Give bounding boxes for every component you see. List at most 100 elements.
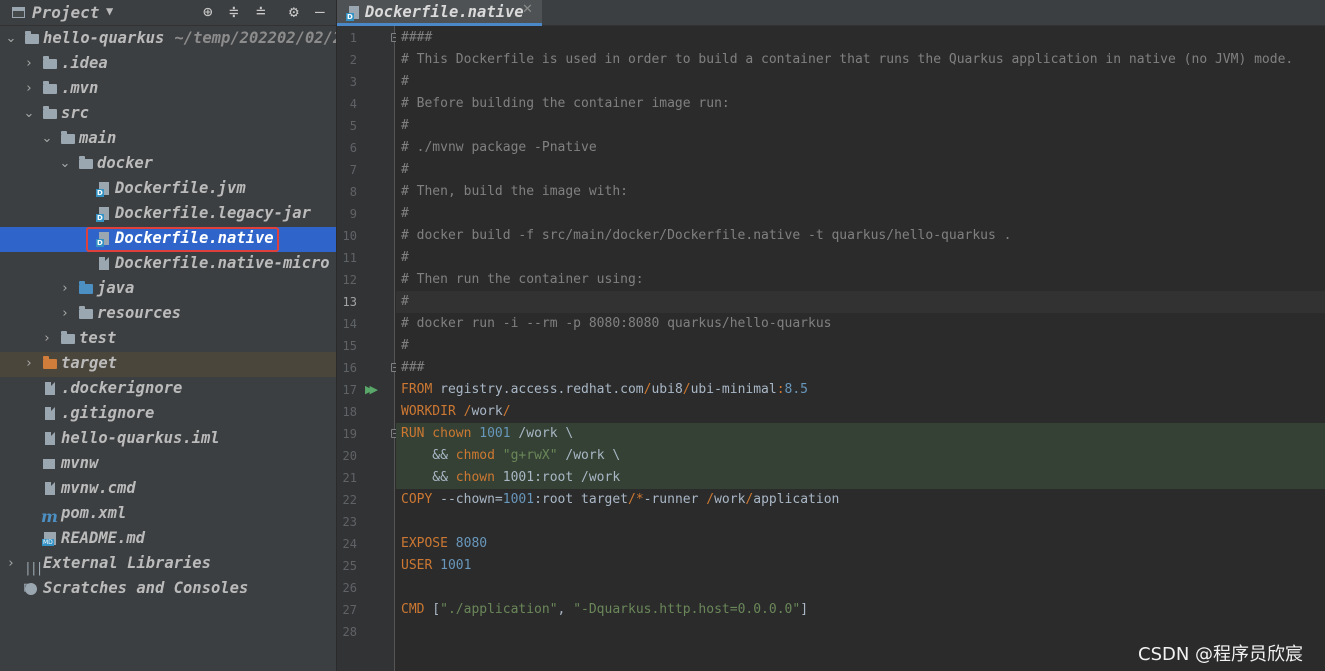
tree-item-idea[interactable]: › .idea	[0, 52, 336, 77]
code-line[interactable]: # ./mvnw package -Pnative	[396, 137, 1325, 159]
tree-item-hello-quarkus[interactable]: ⌄ hello-quarkus ~/temp/202202/02/20	[0, 27, 336, 52]
code-token: 1001	[479, 426, 511, 441]
tree-item-main[interactable]: ⌄ main	[0, 127, 336, 152]
tree-item-mvnw-cmd[interactable]: mvnw.cmd	[0, 477, 336, 502]
tree-item-dockerfile-legacy-jar[interactable]: Dockerfile.legacy-jar	[0, 202, 336, 227]
code-line[interactable]: ####	[396, 27, 1325, 49]
iml-file-icon	[43, 432, 57, 446]
collapse-all-icon[interactable]: ≐	[256, 2, 266, 22]
code-line[interactable]: # This Dockerfile is used in order to bu…	[396, 49, 1325, 71]
run-icon[interactable]: ▶▶	[365, 379, 378, 401]
chevron-right-icon[interactable]: ›	[23, 57, 35, 71]
chevron-right-icon[interactable]: ›	[59, 282, 71, 296]
tree-item-external-libraries[interactable]: › |||▥ External Libraries	[0, 552, 336, 595]
code-line[interactable]: # Then run the container using:	[396, 269, 1325, 291]
tree-item-test[interactable]: › test	[0, 327, 336, 352]
code-token: ubi8	[651, 382, 683, 397]
code-token: COPY	[401, 492, 433, 507]
code-line[interactable]: # Then, build the image with:	[396, 181, 1325, 203]
code-line[interactable]: CMD ["./application", "-Dquarkus.http.ho…	[396, 599, 1325, 621]
code-token: WORKDIR	[401, 404, 456, 419]
tree-item-label: docker	[97, 154, 153, 172]
code-line[interactable]: #	[396, 335, 1325, 357]
tree-item-resources[interactable]: › resources	[0, 302, 336, 327]
code-line[interactable]: RUN chown 1001 /work \	[396, 423, 1325, 445]
project-view-selector[interactable]: Project	[32, 3, 99, 22]
code-line[interactable]: # docker build -f src/main/docker/Docker…	[396, 225, 1325, 247]
tree-item-dockerfile-native-micro[interactable]: Dockerfile.native-micro	[0, 252, 336, 277]
tree-item-label: src	[61, 104, 89, 122]
gear-icon[interactable]: ⚙	[289, 2, 299, 22]
tree-item-dockerfile-jvm[interactable]: Dockerfile.jvm	[0, 177, 336, 202]
hide-icon[interactable]: —	[315, 2, 325, 22]
code-line[interactable]: && chmod "g+rwX" /work \	[396, 445, 1325, 467]
chevron-right-icon[interactable]: ›	[23, 357, 35, 371]
module-folder-icon	[25, 31, 39, 46]
chevron-down-icon[interactable]: ⌄	[41, 132, 53, 146]
line-number: 25	[342, 559, 357, 573]
code-line[interactable]: #	[396, 291, 1325, 313]
resources-folder-icon	[79, 306, 93, 321]
close-icon[interactable]: ✕	[522, 2, 533, 17]
code-line[interactable]	[396, 577, 1325, 599]
code-line[interactable]: COPY --chown=1001:root target/*-runner /…	[396, 489, 1325, 511]
code-line[interactable]: && chown 1001:root /work	[396, 467, 1325, 489]
tree-item-dockerignore[interactable]: .dockerignore	[0, 377, 336, 402]
tree-item-iml[interactable]: hello-quarkus.iml	[0, 427, 336, 452]
tree-item-gitignore[interactable]: .gitignore	[0, 402, 336, 427]
code-token: chown	[424, 426, 480, 441]
tree-item-label: target	[61, 354, 117, 372]
tree-item-pom[interactable]: m pom.xml	[0, 502, 336, 527]
select-opened-file-icon[interactable]: ⊕	[203, 2, 213, 22]
tab-label: Dockerfile.native	[365, 3, 524, 21]
tree-item-label: resources	[97, 304, 181, 322]
code-comment: #	[401, 250, 409, 265]
tree-item-readme[interactable]: README.md	[0, 527, 336, 552]
code-line[interactable]: #	[396, 71, 1325, 93]
tree-item-target[interactable]: › target	[0, 352, 336, 377]
code-line[interactable]: ###	[396, 357, 1325, 379]
line-number: 15	[342, 339, 357, 353]
code-line[interactable]: FROM registry.access.redhat.com/ubi8/ubi…	[396, 379, 1325, 401]
tree-item-src[interactable]: ⌄ src	[0, 102, 336, 127]
line-number: 6	[349, 141, 357, 155]
code-line[interactable]: #	[396, 203, 1325, 225]
project-icon	[12, 7, 25, 18]
expand-all-icon[interactable]: ≑	[229, 2, 239, 22]
folder-icon	[43, 106, 57, 121]
code-editor[interactable]: #### # This Dockerfile is used in order t…	[396, 26, 1325, 671]
code-line[interactable]: WORKDIR /work/	[396, 401, 1325, 423]
editor-tab-dockerfile-native[interactable]: Dockerfile.native ✕	[337, 0, 542, 26]
tree-item-label: .mvn	[61, 79, 99, 97]
chevron-right-icon[interactable]: ›	[5, 557, 17, 571]
code-line[interactable]: USER 1001	[396, 555, 1325, 577]
chevron-right-icon[interactable]: ›	[41, 332, 53, 346]
code-comment: # ./mvnw package -Pnative	[401, 140, 597, 155]
tree-item-mvn[interactable]: › .mvn	[0, 77, 336, 102]
chevron-down-icon[interactable]: ⌄	[23, 107, 35, 121]
chevron-down-icon[interactable]: ▼	[106, 4, 113, 18]
line-number: 14	[342, 317, 357, 331]
code-comment: #	[401, 338, 409, 353]
chevron-down-icon[interactable]: ⌄	[59, 157, 71, 171]
code-line[interactable]	[396, 511, 1325, 533]
tree-item-scratches[interactable]: Scratches and Consoles	[0, 577, 336, 602]
tree-item-mvnw[interactable]: mvnw	[0, 452, 336, 477]
code-line[interactable]: #	[396, 247, 1325, 269]
code-line[interactable]: # docker run -i --rm -p 8080:8080 quarku…	[396, 313, 1325, 335]
code-token: /	[455, 404, 472, 419]
chevron-right-icon[interactable]: ›	[23, 82, 35, 96]
tree-item-label: mvnw.cmd	[61, 479, 136, 497]
code-line[interactable]: #	[396, 115, 1325, 137]
tree-item-docker[interactable]: ⌄ docker	[0, 152, 336, 177]
tree-item-label: pom.xml	[61, 504, 127, 522]
tree-item-java[interactable]: › java	[0, 277, 336, 302]
chevron-right-icon[interactable]: ›	[59, 307, 71, 321]
folder-icon	[79, 156, 93, 171]
code-line[interactable]: #	[396, 159, 1325, 181]
code-line[interactable]: EXPOSE 8080	[396, 533, 1325, 555]
chevron-down-icon[interactable]: ⌄	[5, 32, 17, 46]
selection-highlight-box	[86, 227, 279, 252]
code-comment: #	[401, 74, 409, 89]
code-line[interactable]: # Before building the container image ru…	[396, 93, 1325, 115]
